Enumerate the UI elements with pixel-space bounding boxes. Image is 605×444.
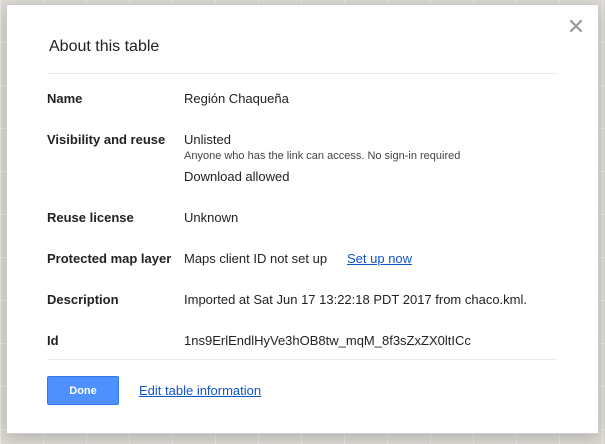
- visibility-value: Unlisted: [184, 132, 231, 147]
- dialog-title: About this table: [49, 38, 160, 55]
- set-up-now-link[interactable]: Set up now: [347, 251, 412, 266]
- protected-layer-label: Protected map layer: [47, 251, 172, 266]
- top-divider: [47, 73, 557, 74]
- done-button[interactable]: Done: [47, 376, 119, 405]
- name-value: Región Chaqueña: [184, 91, 289, 106]
- edit-table-information-link[interactable]: Edit table information: [139, 383, 261, 398]
- visibility-label: Visibility and reuse: [47, 132, 166, 147]
- protected-layer-value: Maps client ID not set up: [184, 251, 328, 266]
- name-label: Name: [47, 91, 83, 106]
- id-value: 1ns9ErlEndlHyVe3hOB8tw_mqM_8f3sZxZX0ltIC…: [184, 333, 471, 348]
- description-value: Imported at Sat Jun 17 13:22:18 PDT 2017…: [184, 292, 528, 307]
- license-value: Unknown: [184, 210, 239, 225]
- description-label: Description: [47, 292, 119, 307]
- visibility-note: Anyone who has the link can access. No s…: [184, 150, 461, 162]
- bottom-divider: [47, 359, 557, 360]
- id-label: Id: [47, 333, 59, 348]
- about-table-dialog: About this table Name Región Chaqueña Vi…: [6, 4, 599, 434]
- close-icon[interactable]: [569, 19, 583, 33]
- download-status: Download allowed: [184, 169, 290, 184]
- license-label: Reuse license: [47, 210, 134, 225]
